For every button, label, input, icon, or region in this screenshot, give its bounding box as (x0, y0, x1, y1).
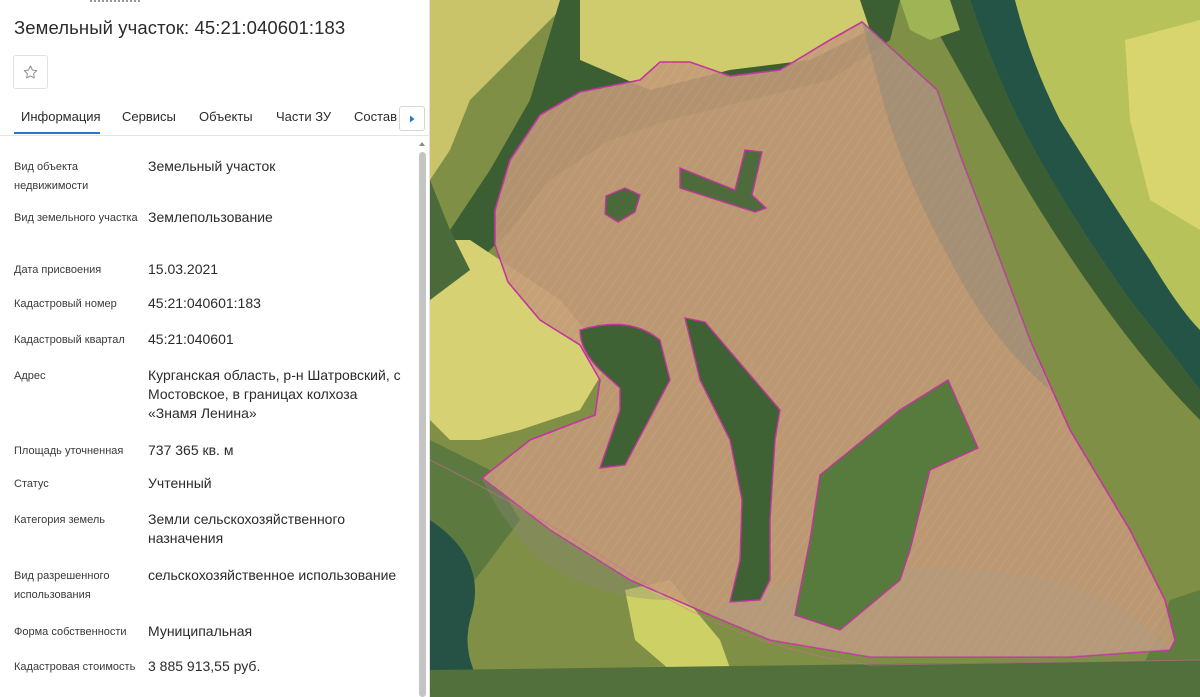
cadastral-quarter-value: 45:21:040601 (148, 331, 234, 347)
area-value: 737 365 кв. м (148, 442, 234, 458)
tabs-next-button[interactable] (399, 106, 425, 131)
assigned-date-value: 15.03.2021 (148, 261, 219, 277)
cadastral-value-label: Кадастровая стоимость (14, 661, 136, 673)
page-title: Земельный участок: 45:21:040601:183 (14, 17, 346, 38)
tab-composition[interactable]: Состав (354, 109, 397, 124)
ownership-label: Форма собственности (14, 626, 127, 638)
info-table: Вид объекта недвижимости Земельный участ… (0, 136, 416, 697)
land-category-label: Категория земель (14, 514, 105, 526)
object-type-value: Земельный участок (148, 158, 276, 174)
land-category-value: Земли сельскохозяйственного назначения (148, 511, 346, 546)
truncated-header (90, 0, 140, 2)
cadastral-quarter-label: Кадастровый квартал (14, 334, 125, 346)
cadastral-number-value: 45:21:040601:183 (148, 295, 261, 311)
address-value: Курганская область, р-н Шатровский, с Мо… (148, 367, 401, 421)
tab-parts[interactable]: Части ЗУ (276, 109, 331, 124)
permitted-use-label: Вид разрешенного использования (14, 570, 110, 601)
cadastral-value-value: 3 885 913,55 руб. (148, 658, 261, 674)
permitted-use-value: сельскохозяйственное использование (148, 567, 397, 583)
tab-services[interactable]: Сервисы (122, 109, 176, 124)
panel-scrollbar[interactable] (417, 140, 428, 697)
scroll-thumb[interactable] (419, 152, 426, 697)
scroll-up-arrow-icon[interactable] (419, 142, 425, 146)
active-tab-indicator (14, 132, 100, 134)
status-value: Учтенный (148, 475, 212, 491)
cadastral-number-label: Кадастровый номер (14, 298, 117, 310)
assigned-date-label: Дата присвоения (14, 264, 102, 276)
caret-right-icon (410, 115, 415, 122)
tab-objects[interactable]: Объекты (199, 109, 253, 124)
object-type-label: Вид объекта недвижимости (14, 161, 89, 192)
ownership-value: Муниципальная (148, 623, 253, 639)
tab-information[interactable]: Информация (21, 109, 101, 124)
land-kind-value: Землепользование (148, 209, 273, 225)
area-label: Площадь уточненная (14, 445, 124, 457)
info-panel: Земельный участок: 45:21:040601:183 Инфо… (0, 0, 430, 697)
satellite-map[interactable] (430, 0, 1200, 697)
address-label: Адрес (14, 370, 46, 382)
status-label: Статус (14, 478, 49, 490)
favorite-button[interactable] (13, 55, 48, 89)
map-canvas (430, 0, 1200, 697)
star-icon (23, 64, 38, 78)
land-kind-label: Вид земельного участка (14, 212, 138, 224)
tab-bar: Информация Сервисы Объекты Части ЗУ Сост… (0, 98, 429, 136)
